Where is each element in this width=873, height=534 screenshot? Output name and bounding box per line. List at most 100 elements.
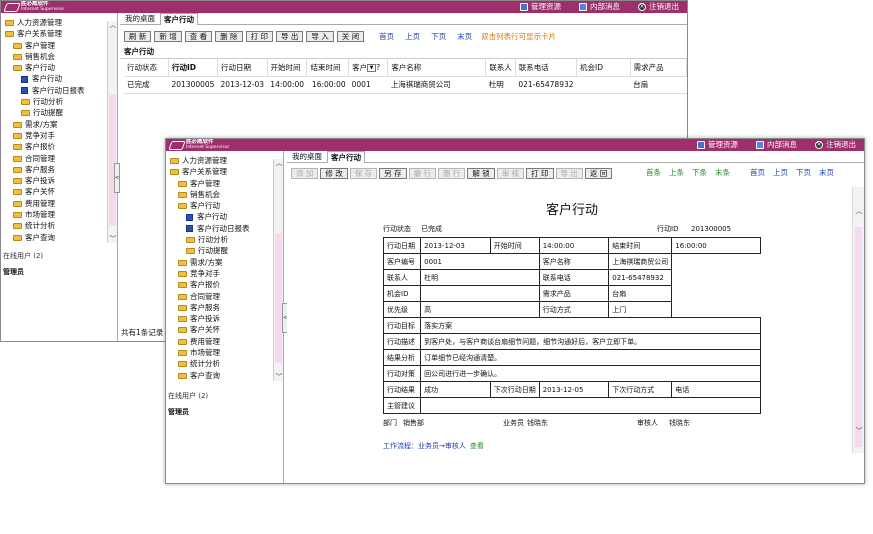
logout-link[interactable]: × 注销退出: [638, 2, 679, 12]
col-header[interactable]: 行动日期: [217, 59, 268, 77]
print-button[interactable]: 打 印: [245, 30, 273, 42]
tab-desktop[interactable]: 我的桌面: [122, 13, 158, 25]
scroll-up-icon[interactable]: ︿: [855, 207, 863, 215]
scroll-down-icon[interactable]: ﹀: [855, 427, 863, 435]
sidebar-item[interactable]: 行动分析: [166, 234, 273, 245]
sidebar-item[interactable]: 客户服务: [166, 302, 273, 313]
sidebar-item[interactable]: 统计分析: [166, 358, 273, 369]
sidebar-item[interactable]: 人力资源管理: [166, 155, 273, 166]
sidebar-item[interactable]: 合同管理: [166, 291, 273, 302]
sidebar-item[interactable]: 客户行动: [166, 200, 273, 211]
toolbar-button[interactable]: 保 存: [349, 167, 378, 179]
last-page-link[interactable]: 末页: [457, 31, 472, 42]
last-record-link[interactable]: 末条: [715, 167, 730, 178]
import-button[interactable]: 导 入: [306, 30, 334, 42]
sidebar-scrollbar[interactable]: ︿ ﹀: [273, 159, 283, 381]
sidebar-item[interactable]: 客户行动: [166, 211, 273, 222]
col-header[interactable]: 客户 ▼?: [348, 59, 389, 77]
col-header[interactable]: 联系人: [485, 59, 516, 77]
sidebar-item[interactable]: 客户服务: [1, 164, 107, 175]
toolbar-button[interactable]: 另 存: [379, 167, 407, 179]
sidebar-item[interactable]: 客户投诉: [166, 313, 273, 324]
resource-link[interactable]: 管理资源: [520, 2, 561, 12]
delete-button[interactable]: 删 除: [215, 30, 243, 42]
col-header[interactable]: 机会ID: [576, 59, 631, 77]
toolbar-button[interactable]: 添 加: [291, 167, 319, 179]
next-page-link[interactable]: 下页: [431, 31, 446, 42]
sidebar-item[interactable]: 客户关系管理: [166, 166, 273, 177]
refresh-button[interactable]: 刷 新: [124, 30, 152, 42]
sidebar-item[interactable]: 客户关系管理: [1, 28, 107, 39]
messages-link[interactable]: 内部消息: [756, 140, 797, 150]
sidebar-item[interactable]: 需求/方案: [166, 257, 273, 268]
scroll-up-icon[interactable]: ︿: [109, 21, 117, 29]
prev-record-link[interactable]: 上条: [669, 167, 684, 178]
toolbar-button[interactable]: 删 行: [437, 167, 466, 179]
sidebar-item[interactable]: 市场管理: [1, 209, 107, 220]
next-page-link[interactable]: 下页: [796, 167, 811, 178]
table-row[interactable]: 已完成 201300005 2013-12-03 14:00:00 16:00:…: [124, 76, 687, 94]
sidebar-item[interactable]: 人力资源管理: [1, 17, 107, 28]
add-button[interactable]: 新 增: [154, 30, 182, 42]
sidebar-item[interactable]: 竞争对手: [1, 130, 107, 141]
scroll-thumb[interactable]: [855, 227, 862, 447]
toolbar-button[interactable]: 审 核: [496, 167, 525, 179]
workflow-view-link[interactable]: 查看: [470, 442, 484, 450]
toolbar-button[interactable]: 打 印: [526, 167, 554, 179]
sidebar-item[interactable]: 市场管理: [166, 347, 273, 358]
toolbar-button[interactable]: 撤 行: [408, 167, 436, 179]
sidebar-item[interactable]: 行动提醒: [1, 107, 107, 118]
sidebar-item[interactable]: 行动提醒: [166, 245, 273, 256]
resource-link[interactable]: 管理资源: [697, 140, 738, 150]
first-page-link[interactable]: 首页: [379, 31, 394, 42]
messages-link[interactable]: 内部消息: [579, 2, 620, 12]
prev-page-link[interactable]: 上页: [773, 167, 788, 178]
sidebar-item[interactable]: 需求/方案: [1, 119, 107, 130]
tab-customer-action[interactable]: 客户行动: [327, 151, 365, 163]
sidebar-item[interactable]: 客户报价: [166, 279, 273, 290]
sidebar-scrollbar[interactable]: ︿ ﹀: [107, 21, 117, 243]
sidebar-item[interactable]: 行动分析: [1, 96, 107, 107]
col-header[interactable]: 需求产品: [630, 59, 687, 77]
last-page-link[interactable]: 末页: [819, 167, 834, 178]
sidebar-item[interactable]: 客户行动: [1, 73, 107, 84]
sidebar-item[interactable]: 竞争对手: [166, 268, 273, 279]
tab-desktop[interactable]: 我的桌面: [289, 151, 325, 163]
prev-page-link[interactable]: 上页: [405, 31, 420, 42]
sidebar-item[interactable]: 客户管理: [1, 40, 107, 51]
sidebar-item[interactable]: 费用管理: [166, 336, 273, 347]
col-header[interactable]: 联系电话: [515, 59, 578, 77]
sidebar-item[interactable]: 客户行动日报表: [1, 85, 107, 96]
sidebar-item[interactable]: 客户投诉: [1, 175, 107, 186]
sidebar-item[interactable]: 统计分析: [1, 220, 107, 231]
sidebar-item[interactable]: 销售机会: [166, 189, 273, 200]
sidebar-item[interactable]: 客户关怀: [1, 186, 107, 197]
sidebar-item[interactable]: 合同管理: [1, 153, 107, 164]
toolbar-button[interactable]: 修 改: [320, 167, 348, 179]
first-record-link[interactable]: 首条: [646, 167, 661, 178]
scroll-up-icon[interactable]: ︿: [275, 159, 283, 167]
col-header[interactable]: 开始时间: [267, 59, 308, 77]
scroll-thumb[interactable]: [275, 233, 282, 363]
sidebar-item[interactable]: 客户查询: [1, 232, 107, 243]
scroll-thumb[interactable]: [109, 95, 116, 225]
col-header[interactable]: 结束时间: [306, 59, 350, 77]
toolbar-button[interactable]: 导 出: [555, 167, 583, 179]
col-header[interactable]: 客户名称: [387, 59, 487, 77]
sidebar-item[interactable]: 客户报价: [1, 141, 107, 152]
first-page-link[interactable]: 首页: [750, 167, 765, 178]
scroll-down-icon[interactable]: ﹀: [275, 373, 283, 381]
view-button[interactable]: 查 看: [184, 30, 213, 42]
export-button[interactable]: 导 出: [275, 30, 304, 42]
next-record-link[interactable]: 下条: [692, 167, 707, 178]
toolbar-button[interactable]: 返 回: [584, 167, 613, 179]
sidebar-item[interactable]: 费用管理: [1, 198, 107, 209]
sidebar-item[interactable]: 客户行动: [1, 62, 107, 73]
close-button[interactable]: 关 闭: [336, 30, 365, 42]
col-header[interactable]: 行动ID: [168, 59, 218, 77]
tab-customer-action[interactable]: 客户行动: [160, 13, 198, 25]
col-header[interactable]: 行动状态: [124, 59, 169, 77]
sidebar-item[interactable]: 客户管理: [166, 178, 273, 189]
sidebar-item[interactable]: 客户行动日报表: [166, 223, 273, 234]
sidebar-item[interactable]: 销售机会: [1, 51, 107, 62]
